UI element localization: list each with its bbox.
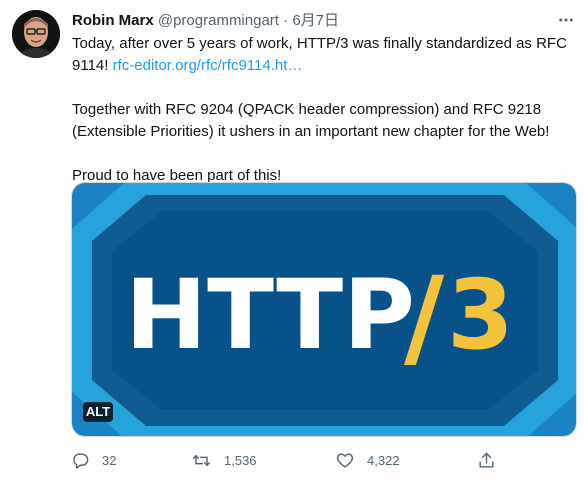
logo-slash: / [404, 253, 445, 381]
like-button[interactable]: 4,322 [335, 447, 400, 473]
reply-count: 32 [102, 452, 117, 468]
reply-button[interactable]: 32 [71, 447, 116, 473]
logo-version: 3 [447, 259, 514, 371]
logo-main-text: HTTP [125, 259, 415, 371]
tweet-header: Robin Marx @programmingart · 6月7日 [72, 11, 572, 31]
retweet-count: 1,536 [224, 452, 257, 468]
tweet-date[interactable]: 6月7日 [292, 12, 339, 29]
header-separator: · [283, 12, 289, 29]
tweet-link[interactable]: rfc-editor.org/rfc/rfc9114.ht… [113, 57, 303, 74]
like-count: 4,322 [367, 452, 400, 468]
avatar[interactable] [12, 10, 60, 58]
tweet-paragraph-1: Today, after over 5 years of work, HTTP/… [72, 33, 572, 77]
reply-icon [73, 452, 89, 469]
http3-logo-image: HTTP / 3 [72, 183, 576, 436]
tweet-paragraph-2: Together with RFC 9204 (QPACK header com… [72, 101, 550, 140]
alt-badge[interactable]: ALT [83, 402, 113, 422]
share-button[interactable] [477, 447, 496, 473]
author-handle[interactable]: @programmingart [158, 12, 279, 29]
retweet-button[interactable]: 1,536 [191, 447, 257, 473]
more-icon[interactable] [554, 8, 578, 32]
action-bar: 32 1,536 4,322 [63, 447, 503, 473]
tweet-media[interactable]: HTTP / 3 ALT [71, 182, 577, 437]
author-name[interactable]: Robin Marx [72, 12, 154, 29]
retweet-icon [192, 454, 211, 466]
share-icon [479, 452, 494, 468]
avatar-image [12, 10, 60, 58]
like-icon [336, 452, 354, 468]
tweet-text: Today, after over 5 years of work, HTTP/… [72, 33, 572, 187]
